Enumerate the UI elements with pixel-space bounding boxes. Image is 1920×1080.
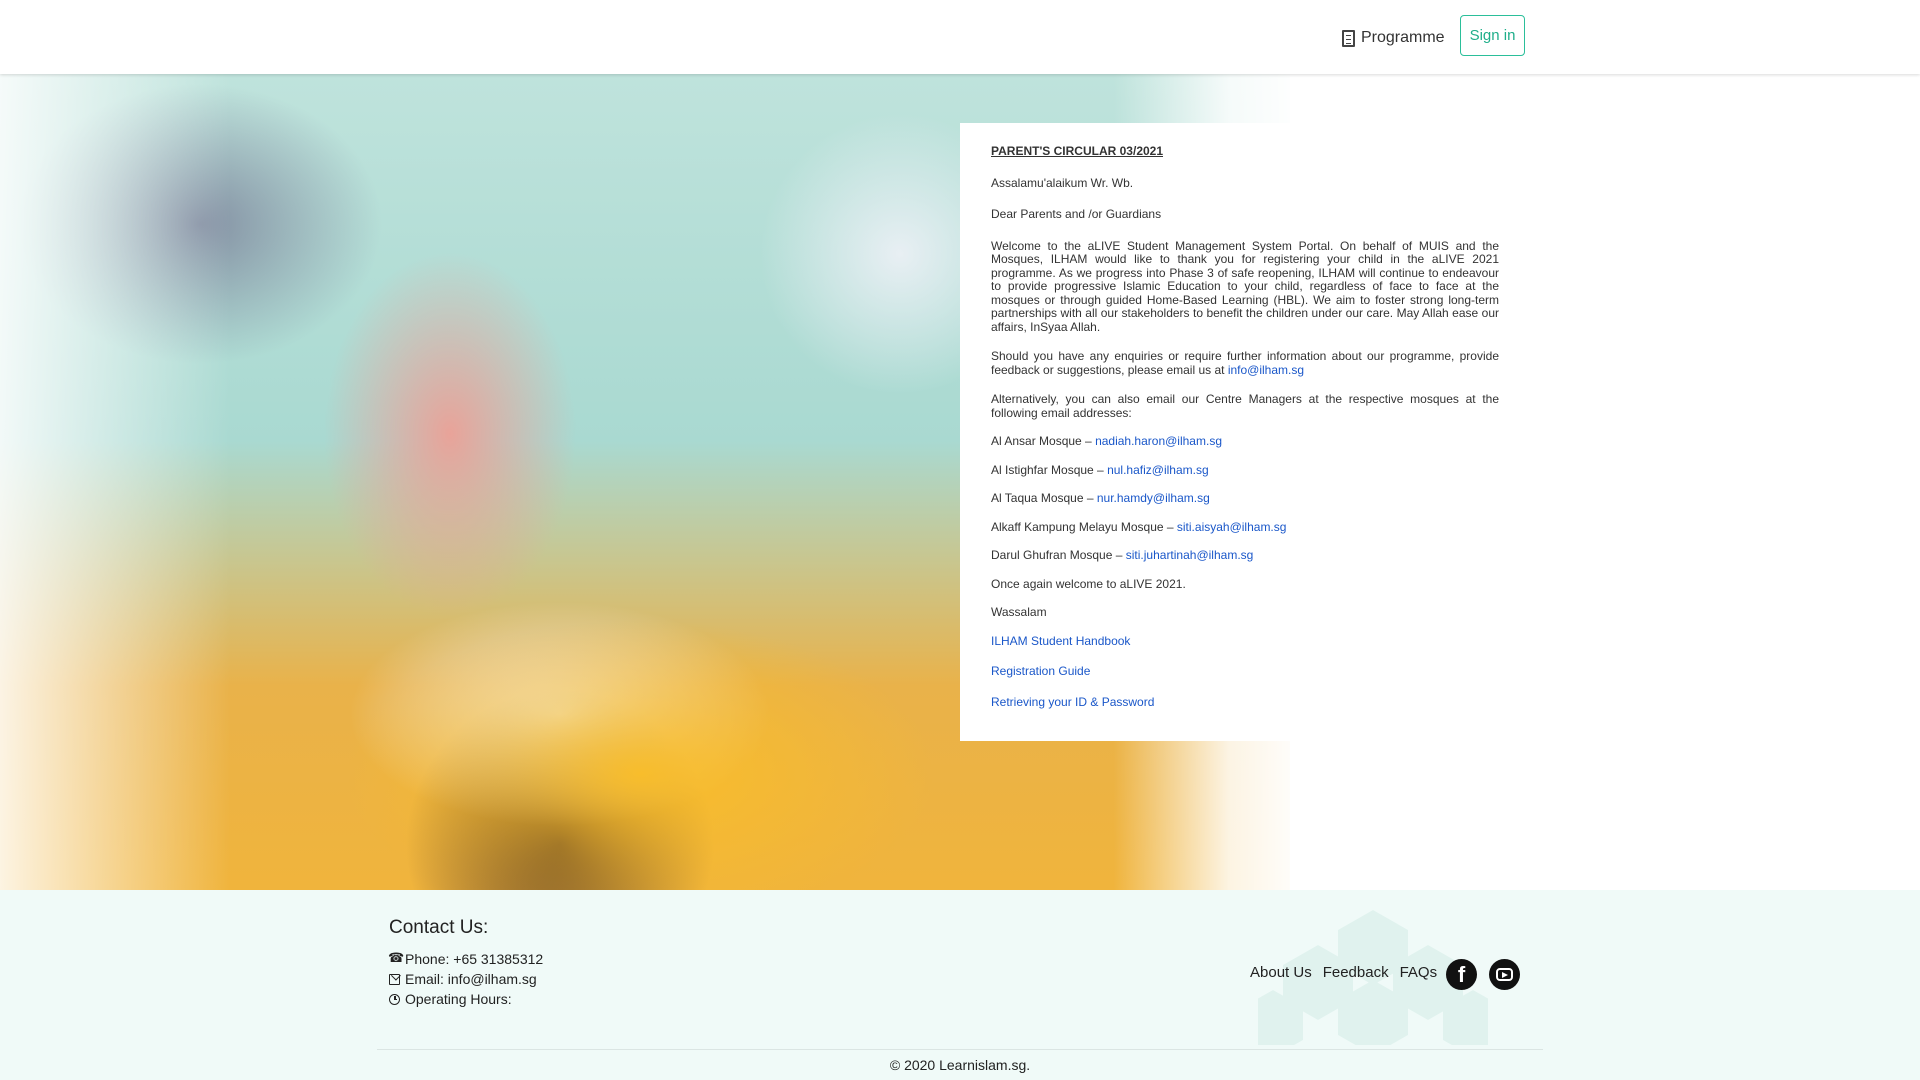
- footer: Contact Us: Phone: +65 31385312 Email: i…: [0, 890, 1920, 1080]
- circular-body: Welcome to the aLIVE Student Management …: [991, 238, 1499, 334]
- document-icon: [1342, 29, 1355, 47]
- email-text: Email: info@ilham.sg: [405, 971, 537, 987]
- phone-icon: [388, 950, 404, 966]
- feedback-link[interactable]: Feedback: [1323, 964, 1389, 981]
- copyright: © 2020 Learnislam.sg.: [889, 1057, 1031, 1073]
- contact-phone: Phone: +65 31385312: [388, 950, 544, 968]
- sign-in-button[interactable]: Sign in: [1460, 15, 1525, 56]
- circular-alternative: Alternatively, you can also email our Ce…: [991, 392, 1499, 420]
- contact-email: Email: info@ilham.sg: [389, 971, 537, 987]
- mosque-email-link[interactable]: nadiah.haron@ilham.sg: [1095, 434, 1222, 448]
- student-handbook-link[interactable]: ILHAM Student Handbook: [991, 634, 1499, 649]
- mosque-email-link[interactable]: siti.juhartinah@ilham.sg: [1126, 548, 1254, 562]
- youtube-play-icon: [1496, 968, 1513, 981]
- mosque-name: Al Taqua Mosque –: [991, 491, 1097, 505]
- retrieve-id-password-link[interactable]: Retrieving your ID & Password: [991, 695, 1499, 710]
- contact-hours: Operating Hours:: [389, 991, 512, 1007]
- parents-circular-card: PARENT'S CIRCULAR 03/2021 Assalamu'alaik…: [960, 123, 1529, 741]
- circular-greeting: Assalamu'alaikum Wr. Wb.: [991, 175, 1134, 190]
- mosque-name: Alkaff Kampung Melayu Mosque –: [991, 519, 1177, 534]
- mosque-contact: Alkaff Kampung Melayu Mosque – siti.aisy…: [991, 519, 1499, 535]
- circular-welcome: Once again welcome to aLIVE 2021.: [991, 576, 1186, 591]
- hours-text: Operating Hours:: [405, 991, 512, 1007]
- footer-links: About Us Feedback FAQs: [1250, 964, 1448, 981]
- contact-title: Contact Us:: [389, 917, 489, 938]
- mosque-contact: Al Istighfar Mosque – nul.hafiz@ilham.sg: [991, 462, 1499, 478]
- mosque-contact: Darul Ghufran Mosque – siti.juhartinah@i…: [991, 548, 1499, 563]
- circular-closing: Wassalam: [991, 605, 1047, 619]
- phone-text: Phone: +65 31385312: [405, 951, 544, 967]
- about-us-link[interactable]: About Us: [1250, 964, 1312, 981]
- circular-enquiry: Should you have any enquiries or require…: [991, 349, 1499, 377]
- mosque-name: Darul Ghufran Mosque –: [991, 548, 1126, 562]
- mosque-email-link[interactable]: nur.hamdy@ilham.sg: [1097, 491, 1210, 505]
- top-navbar: Programme Sign in: [0, 0, 1920, 74]
- nav-programme-link[interactable]: Programme: [1342, 26, 1445, 50]
- info-email-link[interactable]: info@ilham.sg: [1228, 363, 1304, 377]
- envelope-icon: [389, 973, 400, 985]
- mosque-email-link[interactable]: siti.aisyah@ilham.sg: [1177, 520, 1287, 534]
- mosque-contact: Al Taqua Mosque – nur.hamdy@ilham.sg: [991, 491, 1499, 506]
- footer-divider: [377, 1049, 1543, 1050]
- mosque-contact: Al Ansar Mosque – nadiah.haron@ilham.sg: [991, 434, 1499, 449]
- mosque-name: Al Istighfar Mosque –: [991, 462, 1108, 477]
- mosque-name: Al Ansar Mosque –: [991, 434, 1096, 448]
- nav-programme-label: Programme: [1361, 29, 1445, 46]
- facebook-icon[interactable]: f: [1446, 959, 1477, 990]
- hero-section: PARENT'S CIRCULAR 03/2021 Assalamu'alaik…: [0, 74, 1920, 890]
- clock-icon: [389, 993, 400, 1005]
- youtube-icon[interactable]: [1489, 959, 1520, 990]
- registration-guide-link[interactable]: Registration Guide: [991, 664, 1499, 679]
- mosque-email-link[interactable]: nul.hafiz@ilham.sg: [1107, 463, 1209, 477]
- circular-title: PARENT'S CIRCULAR 03/2021: [991, 144, 1164, 158]
- faqs-link[interactable]: FAQs: [1400, 964, 1438, 981]
- circular-salutation: Dear Parents and /or Guardians: [991, 207, 1162, 221]
